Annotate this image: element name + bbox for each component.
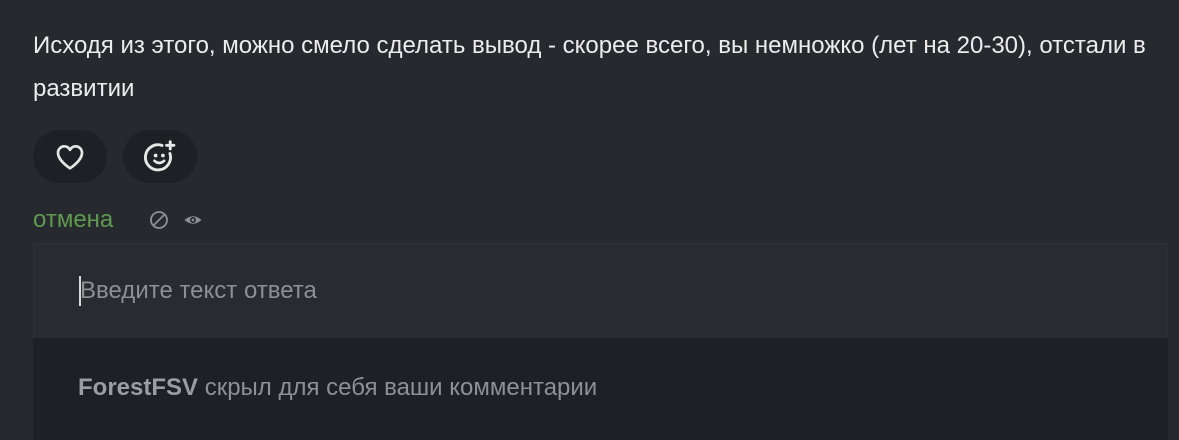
notice-username[interactable]: ForestFSV	[78, 374, 198, 401]
comment-text: Исходя из этого, можно смело сделать выв…	[33, 32, 1146, 102]
like-button[interactable]	[33, 130, 107, 183]
hidden-comments-notice: ForestFSV скрыл для себя ваши комментари…	[33, 338, 1168, 440]
cancel-button[interactable]: отмена	[33, 206, 113, 234]
eye-icon[interactable]	[183, 210, 203, 230]
comment-actions	[33, 130, 197, 183]
reply-meta-row: отмена	[33, 204, 203, 236]
notice-text: ForestFSV скрыл для себя ваши комментари…	[78, 374, 597, 402]
reply-box	[33, 243, 1168, 338]
reply-input[interactable]	[80, 274, 1150, 308]
emoji-add-icon	[143, 139, 176, 171]
block-icon[interactable]	[149, 210, 169, 230]
notice-message: скрыл для себя ваши комментарии	[198, 374, 598, 401]
add-reaction-button[interactable]	[123, 130, 197, 183]
heart-icon	[56, 144, 84, 170]
